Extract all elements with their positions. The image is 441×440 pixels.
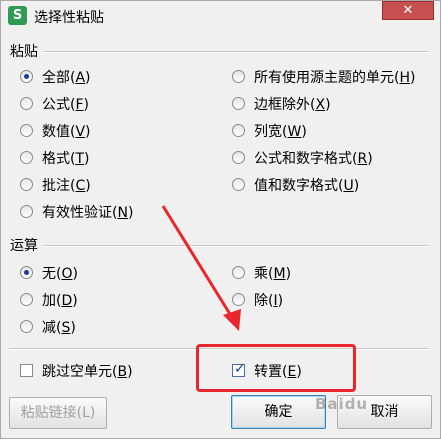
paste-special-dialog: S 选择性粘贴 ✕ 粘贴 全部(A) 公式(F) 数值(V) 格式(T) 批注(… xyxy=(0,0,441,439)
annotation-arrow-icon xyxy=(161,205,241,331)
